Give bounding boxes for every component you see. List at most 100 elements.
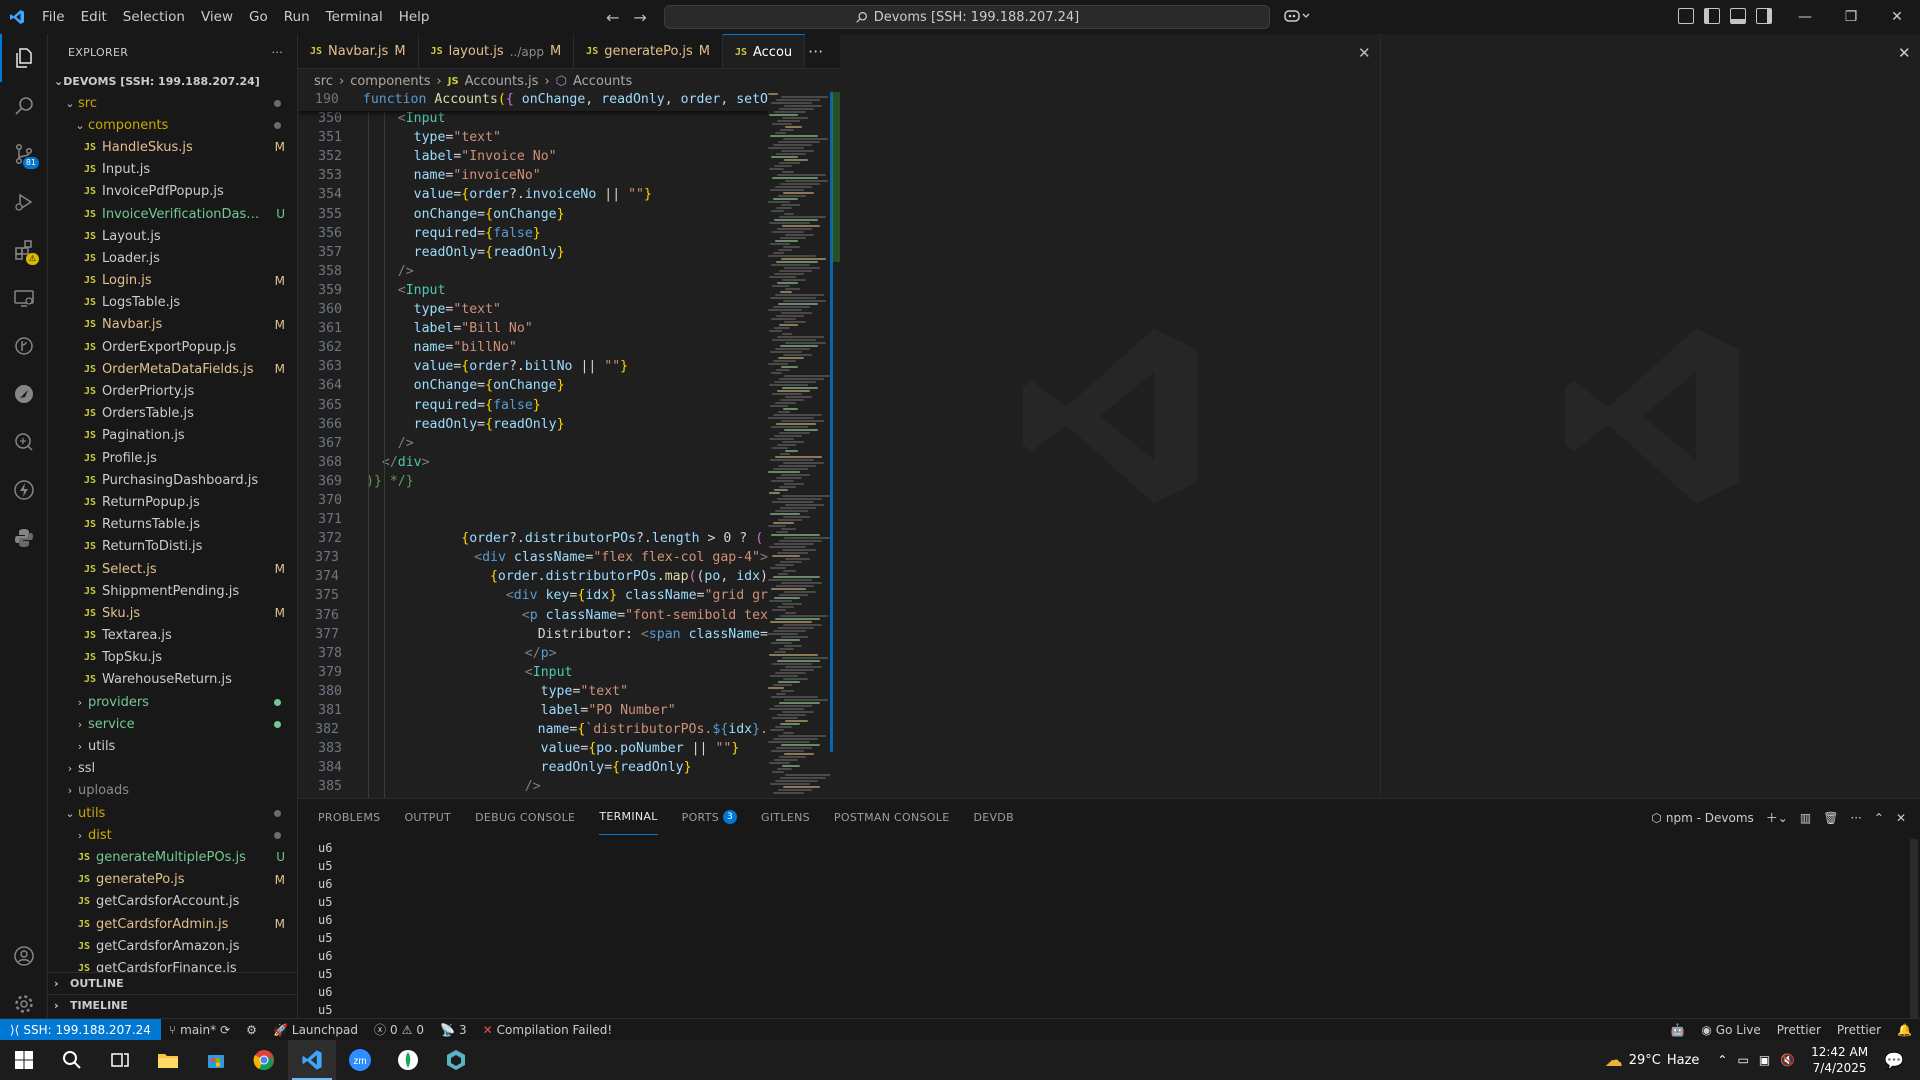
temperature[interactable]: 29°C [1629,1053,1661,1068]
explorer-icon[interactable] [0,34,48,82]
folder-service[interactable]: › service [48,713,297,735]
tab-ports[interactable]: PORTS 3 [682,799,738,835]
minimap[interactable] [768,92,830,798]
close-secondary-icon[interactable]: ✕ [1898,44,1911,62]
problems-indicator[interactable]: ⓧ 0 ⚠ 0 [366,1021,432,1038]
folder-components[interactable]: ⌄ components [48,114,297,136]
folder-ssl[interactable]: › ssl [48,758,297,780]
file-item[interactable]: JS Pagination.js [48,425,297,447]
menu-run[interactable]: Run [276,9,318,25]
source-control-icon[interactable]: 81 [0,130,48,178]
remote-indicator[interactable]: ⟩⟨ SSH: 199.188.207.24 [0,1018,161,1041]
tab-layout[interactable]: JS layout.js ../app M [419,34,575,68]
terminal-output[interactable]: u6 u5 u6 u5 u6 u5 u6 u5 u6 u5 [318,841,332,1021]
restore-icon[interactable]: ❐ [1828,0,1874,34]
outline-section[interactable]: › OUTLINE [48,972,297,994]
breadcrumb-file[interactable]: Accounts.js [465,74,539,89]
compile-status[interactable]: ✕ Compilation Failed! [475,1023,621,1037]
tab-terminal[interactable]: TERMINAL [599,799,658,835]
file-item[interactable]: JS OrderMetaDataFields.js M [48,358,297,380]
prettier-status[interactable]: Prettier [1769,1023,1829,1037]
toggle-primary-sidebar-icon[interactable] [1704,8,1720,24]
breadcrumb-symbol[interactable]: Accounts [573,74,632,89]
launchpad-indicator[interactable]: 🚀 Launchpad [265,1023,366,1037]
file-item[interactable]: JS ReturnToDisti.js [48,536,297,558]
tab-debug-console[interactable]: DEBUG CONSOLE [475,799,575,835]
notifications-bell-icon[interactable]: 🔔 [1889,1023,1920,1037]
tab-output[interactable]: OUTPUT [404,799,451,835]
tab-postman-console[interactable]: POSTMAN CONSOLE [834,799,950,835]
task-view-icon[interactable] [96,1040,144,1080]
file-item[interactable]: JS OrderExportPopup.js [48,336,297,358]
file-item[interactable]: JS generateMultiplePOs.js U [48,846,297,868]
more-actions-icon[interactable]: ··· [1850,811,1861,825]
file-item[interactable]: JS Sku.js M [48,602,297,624]
breadcrumb-components[interactable]: components [350,74,430,89]
terminal-selector[interactable]: ⬡ npm - Devoms [1651,811,1753,825]
folder-utils[interactable]: ⌄ utils [48,802,297,824]
file-item[interactable]: JS getCardsforAmazon.js [48,935,297,957]
tab-generatepo[interactable]: JS generatePo.js M [574,34,723,68]
notifications-icon[interactable]: 💬 [1884,1051,1904,1070]
app-icon[interactable] [432,1040,480,1080]
menu-terminal[interactable]: Terminal [318,9,391,25]
toggle-secondary-sidebar-icon[interactable] [1756,8,1772,24]
search-icon[interactable] [0,82,48,130]
gitlens-status-icon[interactable]: ⚙ [238,1023,265,1037]
forward-arrow-icon[interactable]: → [633,8,646,27]
tab-accounts[interactable]: JS Accou [722,34,806,68]
gitlens-icon[interactable] [0,322,48,370]
sticky-scroll-line[interactable]: 190 function Accounts({ onChange, readOn… [298,92,768,112]
folder-dist[interactable]: › dist [48,824,297,846]
file-item[interactable]: JS WarehouseReturn.js [48,669,297,691]
code-editor[interactable]: 190 function Accounts({ onChange, readOn… [298,92,768,798]
file-item[interactable]: JS Loader.js [48,247,297,269]
menu-selection[interactable]: Selection [115,9,193,25]
file-item[interactable]: JS generatePo.js M [48,869,297,891]
file-item[interactable]: JS Layout.js [48,225,297,247]
folder-providers[interactable]: › providers [48,691,297,713]
file-item[interactable]: JS Select.js M [48,558,297,580]
run-debug-icon[interactable] [0,178,48,226]
file-item[interactable]: JS ReturnsTable.js [48,514,297,536]
menu-view[interactable]: View [193,9,241,25]
file-item[interactable]: JS getCardsforAdmin.js M [48,913,297,935]
menu-file[interactable]: File [34,9,73,25]
command-center[interactable]: Devoms [SSH: 199.188.207.24] [664,5,1270,29]
tab-more-actions-icon[interactable]: ··· [808,42,823,61]
minimize-icon[interactable]: — [1782,0,1828,34]
tab-navbar[interactable]: JS Navbar.js M [298,34,419,68]
file-item[interactable]: JS PurchasingDashboard.js [48,469,297,491]
file-item[interactable]: JS ReturnPopup.js [48,491,297,513]
accounts-icon[interactable] [0,932,48,980]
file-item[interactable]: JS Input.js [48,159,297,181]
volume-muted-icon[interactable]: 🔇 [1780,1053,1795,1067]
chrome-icon[interactable] [240,1040,288,1080]
file-explorer-icon[interactable] [144,1040,192,1080]
menu-go[interactable]: Go [241,9,276,25]
battery-icon[interactable]: ▭ [1737,1053,1748,1067]
postman-icon[interactable] [0,370,48,418]
file-item[interactable]: JS getCardsforAccount.js [48,891,297,913]
database-search-icon[interactable] [0,418,48,466]
workspace-root[interactable]: ⌄ DEVOMS [SSH: 199.188.207.24] [48,70,297,92]
network-icon[interactable]: ▣ [1759,1053,1770,1067]
python-icon[interactable] [0,514,48,562]
zoom-icon[interactable]: zm [336,1040,384,1080]
tab-problems[interactable]: PROBLEMS [318,799,380,835]
file-item[interactable]: JS OrdersTable.js [48,403,297,425]
show-hidden-icons-icon[interactable]: ⌃ [1717,1053,1727,1067]
ports-indicator[interactable]: 📡 3 [432,1023,475,1037]
taskbar-search-icon[interactable] [48,1040,96,1080]
file-item[interactable]: JS InvoicePdfPopup.js [48,181,297,203]
close-window-icon[interactable]: ✕ [1874,0,1920,34]
file-item[interactable]: JS TopSku.js [48,647,297,669]
new-terminal-icon[interactable]: ＋⌄ [1766,809,1788,826]
file-item[interactable]: JS ShippmentPending.js [48,580,297,602]
editor-scrollbar[interactable] [830,92,840,798]
timeline-section[interactable]: › TIMELINE [48,994,297,1016]
breadcrumb-src[interactable]: src [314,74,333,89]
weather-label[interactable]: Haze [1667,1053,1700,1068]
file-item[interactable]: JS LogsTable.js [48,292,297,314]
file-item[interactable]: JS Profile.js [48,447,297,469]
